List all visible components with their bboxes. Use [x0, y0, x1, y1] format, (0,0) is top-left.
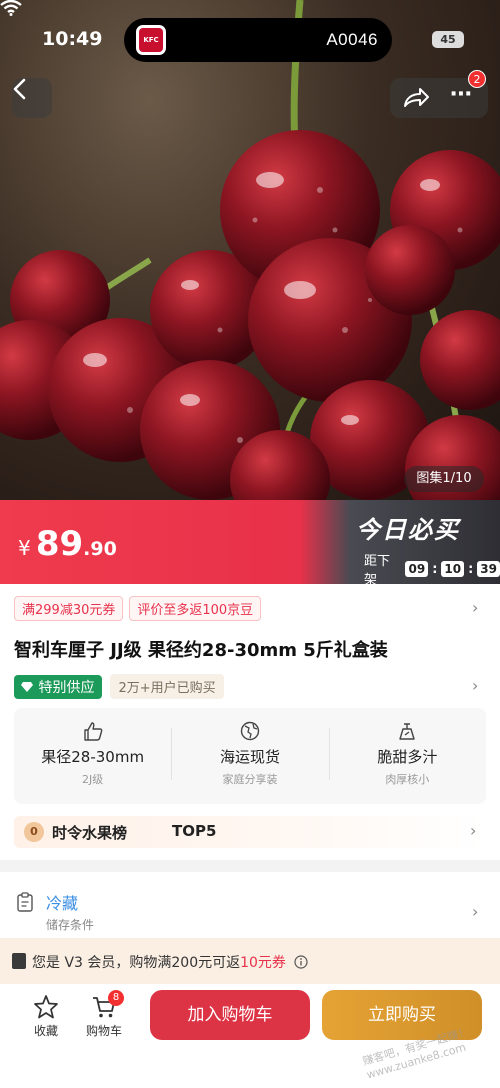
- wifi-icon: [0, 0, 22, 16]
- cart-label: 购物车: [85, 1024, 122, 1038]
- star-icon: [34, 995, 58, 1019]
- price-banner: ¥ 89.90 今日必买 距下架 09: 10: 39: [0, 500, 500, 588]
- globe-ship-icon: [240, 721, 260, 741]
- scale-icon: [399, 723, 416, 740]
- thumbs-up-icon: [83, 722, 103, 741]
- favorite-button[interactable]: 收藏: [16, 992, 76, 1039]
- member-benefit-text: 您是 V3 会员，购物满200元可返10元券: [32, 952, 308, 972]
- product-info-card: 满299减30元券 评价至多返100京豆 › 智利车厘子 JJ级 果径约28-3…: [0, 584, 500, 860]
- coupon-tag[interactable]: 满299减30元券: [14, 596, 124, 621]
- countdown-hours: 09: [405, 561, 429, 577]
- more-icon[interactable]: ⋯: [450, 82, 473, 107]
- back-button[interactable]: [12, 78, 52, 118]
- feature-item: 脆甜多汁 肉厚核小: [328, 708, 486, 804]
- dynamic-island[interactable]: KFC A0046: [124, 18, 392, 62]
- countdown-seconds: 39: [477, 561, 500, 577]
- ranking-medal-icon: 0: [24, 822, 44, 842]
- storage-label: 储存条件: [46, 918, 95, 932]
- buyers-count-tag: 2万+用户已购买: [110, 674, 224, 699]
- chevron-left-icon: [13, 78, 26, 100]
- add-to-cart-button[interactable]: 加入购物车: [150, 990, 310, 1040]
- kfc-logo-text: KFC: [139, 28, 163, 52]
- ranking-name: 时令水果榜: [52, 824, 128, 842]
- storage-value: 冷藏: [46, 894, 79, 913]
- feature-item: 海运现货 家庭分享装: [171, 708, 328, 804]
- feature-title: 海运现货: [219, 748, 280, 766]
- currency-symbol: ¥: [18, 536, 31, 560]
- storage-condition-row[interactable]: 冷藏 储存条件 ›: [0, 872, 500, 938]
- price-integer: 89: [35, 524, 84, 564]
- member-benefit-bar[interactable]: 您是 V3 会员，购物满200元可返10元券: [0, 938, 500, 984]
- ranking-position: TOP5: [172, 822, 217, 840]
- clipboard-icon: [17, 892, 33, 912]
- pickup-code: A0046: [326, 30, 378, 49]
- countdown: 距下架 09: 10: 39: [364, 550, 500, 588]
- cherries-photo: [0, 0, 500, 500]
- countdown-label: 距下架: [364, 554, 391, 588]
- coupon-tag[interactable]: 评价至多返100京豆: [129, 596, 262, 621]
- battery-icon: 45: [432, 31, 464, 48]
- product-title: 智利车厘子 JJ级 果径约28-30mm 5斤礼盒装: [14, 640, 388, 661]
- daily-must-buy-label: 今日必买: [356, 516, 460, 544]
- special-supply-label: 特别供应: [38, 679, 95, 696]
- member-benefit-prefix: 您是 V3 会员，购物满200元可返: [32, 955, 241, 971]
- status-bar: 10:49 KFC A0046 45: [0, 0, 500, 62]
- kfc-coffee-logo: KFC: [136, 25, 166, 55]
- feature-title: 脆甜多汁: [377, 748, 438, 766]
- price: ¥ 89.90: [18, 524, 117, 564]
- member-benefit-highlight: 10元券: [240, 955, 286, 971]
- coupon-row[interactable]: 满299减30元券 评价至多返100京豆: [14, 596, 262, 621]
- cart-count-badge: 8: [108, 990, 124, 1006]
- feature-title: 果径28-30mm: [41, 748, 145, 766]
- countdown-minutes: 10: [441, 561, 465, 577]
- favorite-label: 收藏: [33, 1024, 58, 1038]
- chevron-right-icon[interactable]: ›: [472, 902, 478, 921]
- info-icon[interactable]: [294, 955, 308, 969]
- feature-subtitle: 2J级: [82, 773, 104, 786]
- chevron-right-icon[interactable]: ›: [472, 676, 478, 695]
- message-badge: 2: [468, 70, 486, 88]
- feature-panel: 果径28-30mm 2J级 海运现货 家庭分享装 脆甜多汁 肉厚核小: [14, 708, 486, 804]
- tag-row[interactable]: 特别供应 2万+用户已购买: [14, 674, 224, 699]
- feature-subtitle: 肉厚核小: [385, 773, 430, 786]
- gallery-counter[interactable]: 图集1/10: [404, 466, 484, 492]
- product-image-carousel[interactable]: 10:49 KFC A0046 45 ⋯ 2 图集1/10: [0, 0, 500, 500]
- clock: 10:49: [42, 28, 103, 50]
- feature-item: 果径28-30mm 2J级: [14, 708, 171, 804]
- diamond-icon: [21, 681, 33, 692]
- cart-button[interactable]: 8 购物车: [74, 990, 134, 1039]
- fruit-ranking-bar[interactable]: 0 时令水果榜 TOP5 ›: [14, 816, 486, 848]
- special-supply-tag: 特别供应: [14, 674, 103, 699]
- price-decimal: .90: [83, 538, 117, 560]
- chevron-right-icon[interactable]: ›: [470, 821, 476, 840]
- share-icon[interactable]: [402, 86, 430, 110]
- chevron-right-icon[interactable]: ›: [472, 598, 478, 617]
- member-icon: [12, 953, 26, 969]
- feature-subtitle: 家庭分享装: [222, 773, 278, 786]
